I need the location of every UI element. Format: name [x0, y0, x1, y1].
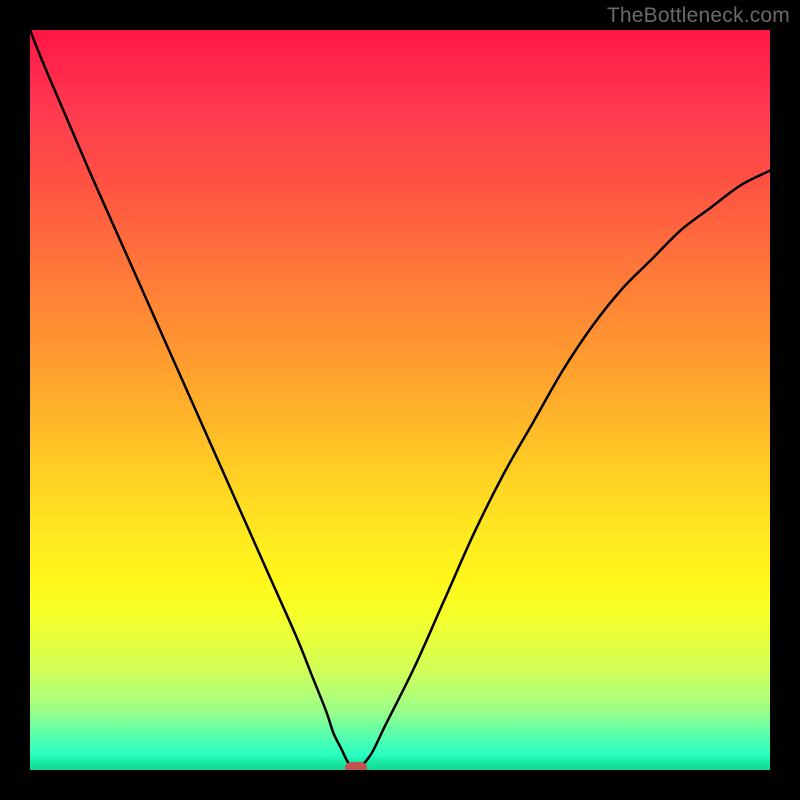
plot-area	[30, 30, 770, 770]
watermark-text: TheBottleneck.com	[607, 4, 790, 28]
chart-frame: TheBottleneck.com	[0, 0, 800, 800]
bottleneck-curve	[30, 30, 770, 770]
min-point-marker	[345, 762, 367, 770]
